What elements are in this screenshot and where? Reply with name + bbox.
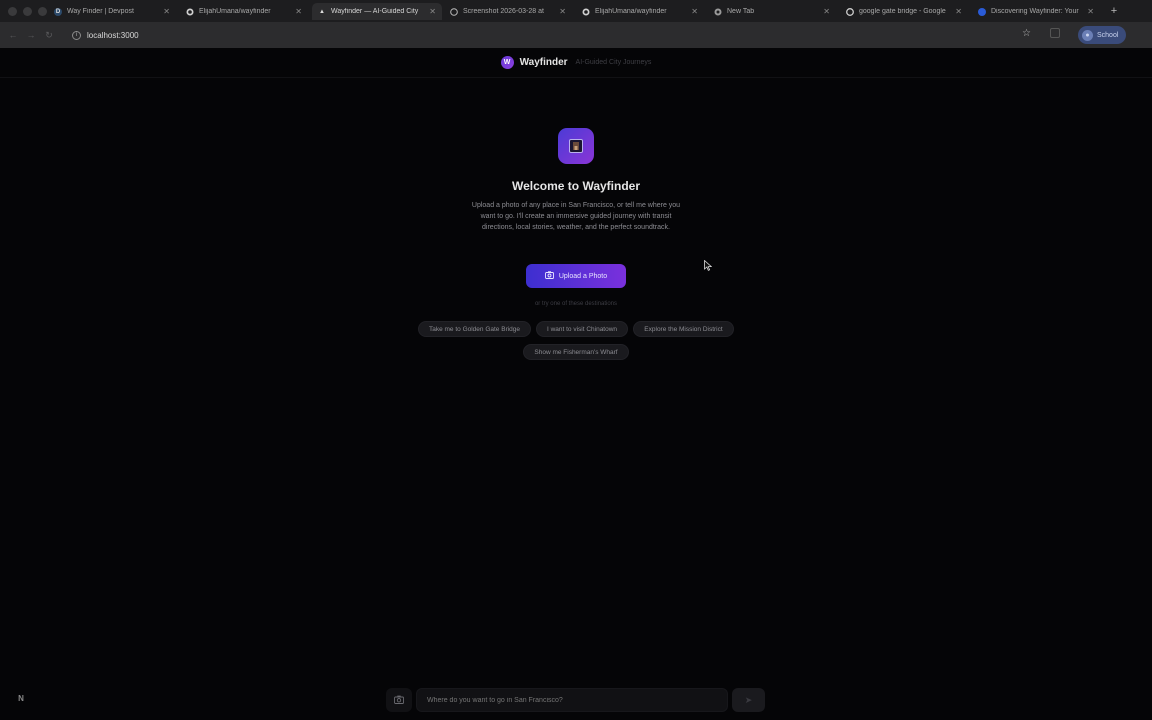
- chrome-icon: [714, 8, 722, 16]
- browser-tab[interactable]: New Tab ✕: [708, 3, 836, 20]
- send-icon: ➤: [744, 694, 753, 705]
- close-tab-icon[interactable]: ✕: [1087, 7, 1094, 16]
- bookmark-star-icon[interactable]: ☆: [1022, 28, 1031, 39]
- devpost-icon: D: [54, 7, 62, 16]
- close-tab-icon[interactable]: ✕: [163, 7, 170, 16]
- window-controls: [0, 6, 48, 16]
- minimize-window-button[interactable]: [23, 6, 32, 16]
- camera-icon: [394, 691, 404, 709]
- address-bar[interactable]: i localhost:3000: [64, 26, 1044, 44]
- github-icon: [582, 8, 590, 16]
- google-icon: [846, 7, 854, 16]
- browser-tab[interactable]: Screenshot 2026-03-28 at ✕: [444, 3, 572, 20]
- upload-photo-label: Upload a Photo: [558, 272, 608, 280]
- upload-photo-button[interactable]: Upload a Photo: [526, 264, 626, 288]
- photo-frame-icon: [558, 128, 594, 164]
- browser-tab[interactable]: Discovering Wayfinder: Your ✕: [972, 3, 1100, 20]
- tab-title: Wayfinder — AI-Guided City: [331, 8, 419, 15]
- browser-toolbar: ← → ↻ i localhost:3000 ☆ ● School: [0, 22, 1152, 48]
- destination-input[interactable]: [416, 688, 728, 712]
- close-tab-icon[interactable]: ✕: [295, 7, 302, 16]
- profile-avatar-icon: ●: [1082, 29, 1093, 41]
- profile-label: School: [1097, 31, 1119, 39]
- suggestion-chip-chinatown[interactable]: I want to visit Chinatown: [536, 321, 628, 337]
- close-tab-icon[interactable]: ✕: [955, 7, 962, 16]
- app-header: W Wayfinder AI-Guided City Journeys: [0, 48, 1152, 78]
- suggestion-chip-fishermans-wharf[interactable]: Show me Fisherman's Wharf: [523, 344, 629, 360]
- tab-title: Way Finder | Devpost: [67, 8, 134, 15]
- suggestion-chip-golden-gate[interactable]: Take me to Golden Gate Bridge: [418, 321, 531, 337]
- suggestions-caption: or try one of these destinations: [534, 301, 618, 307]
- brand[interactable]: W Wayfinder AI-Guided City Journeys: [500, 56, 652, 69]
- suggestion-chip-mission-district[interactable]: Explore the Mission District: [633, 321, 734, 337]
- tab-title: Discovering Wayfinder: Your: [991, 8, 1079, 15]
- attach-photo-button[interactable]: [386, 688, 412, 712]
- page: W Wayfinder AI-Guided City Journeys Welc…: [0, 48, 1152, 720]
- close-window-button[interactable]: [8, 6, 17, 16]
- close-tab-icon[interactable]: ✕: [559, 7, 566, 16]
- browser-tab[interactable]: google gate bridge - Google ✕: [840, 3, 968, 20]
- docs-icon: [978, 7, 986, 16]
- url-text: localhost:3000: [87, 30, 139, 40]
- welcome-description: Upload a photo of any place in San Franc…: [471, 202, 681, 232]
- mouse-pointer-icon: [704, 258, 713, 276]
- browser-tab[interactable]: ElijahUmana/wayfinder ✕: [180, 3, 308, 20]
- brand-tagline: AI-Guided City Journeys: [575, 59, 652, 66]
- close-tab-icon[interactable]: ✕: [691, 7, 698, 16]
- brand-name: Wayfinder: [519, 57, 568, 68]
- extensions-icon[interactable]: [1050, 28, 1060, 38]
- browser-tab[interactable]: D Way Finder | Devpost ✕: [48, 3, 176, 20]
- browser-tab-active[interactable]: ▲ Wayfinder — AI-Guided City ✕: [312, 3, 442, 20]
- tab-title: ElijahUmana/wayfinder: [199, 8, 271, 15]
- profile-button[interactable]: ● School: [1078, 26, 1127, 44]
- browser-tab[interactable]: ElijahUmana/wayfinder ✕: [576, 3, 704, 20]
- send-button[interactable]: ➤: [732, 688, 765, 712]
- tab-title: Screenshot 2026-03-28 at: [463, 8, 544, 15]
- nextjs-dev-badge[interactable]: N: [14, 691, 28, 705]
- camera-icon: [544, 271, 554, 281]
- browser-tab-strip: D Way Finder | Devpost ✕ ElijahUmana/way…: [0, 0, 1152, 22]
- new-tab-button[interactable]: +: [1108, 3, 1120, 19]
- close-tab-icon[interactable]: ✕: [823, 7, 830, 16]
- github-icon: [186, 8, 194, 16]
- screenshot-icon: [450, 7, 458, 16]
- message-composer: ➤: [386, 688, 766, 712]
- wayfinder-icon: ▲: [319, 8, 325, 15]
- back-icon[interactable]: ←: [4, 30, 22, 40]
- tab-title: ElijahUmana/wayfinder: [595, 8, 667, 15]
- forward-icon[interactable]: →: [22, 30, 40, 40]
- close-tab-icon[interactable]: ✕: [429, 7, 436, 16]
- welcome-title: Welcome to Wayfinder: [511, 179, 641, 193]
- site-info-icon[interactable]: i: [72, 30, 81, 40]
- wayfinder-logo-icon: W: [500, 56, 514, 69]
- tab-title: google gate bridge - Google: [859, 8, 946, 15]
- maximize-window-button[interactable]: [38, 6, 47, 16]
- tab-title: New Tab: [727, 8, 755, 15]
- reload-icon[interactable]: ↻: [40, 30, 58, 41]
